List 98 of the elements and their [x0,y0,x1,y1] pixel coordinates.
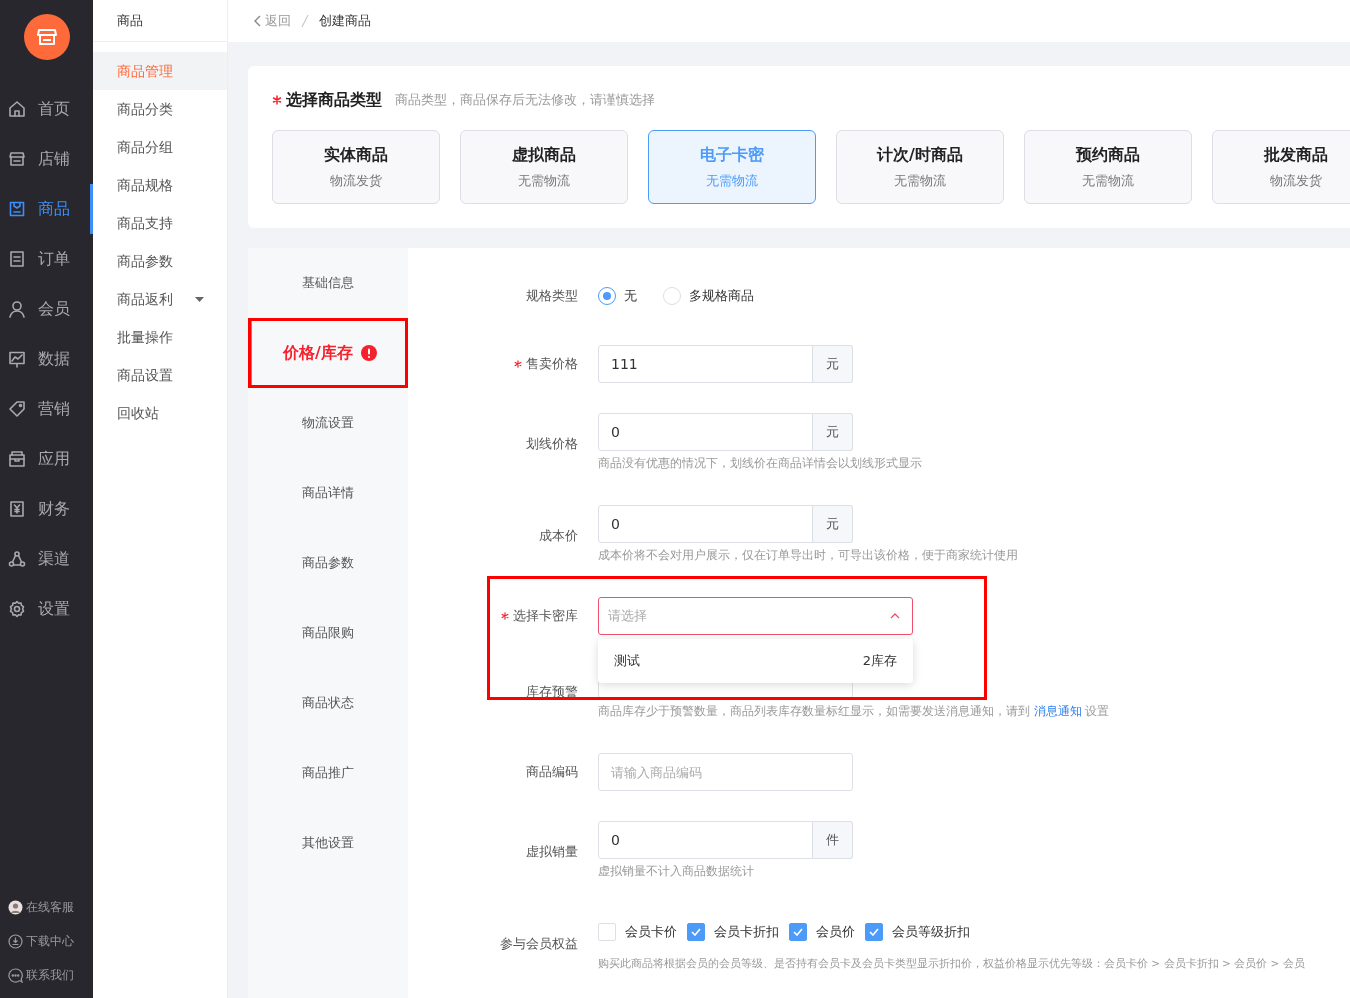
unit-suffix: 元 [813,505,853,543]
sidebar-item[interactable]: 数据 [0,334,93,384]
submenu-item[interactable]: 商品参数 [93,242,227,280]
input-field[interactable]: 0 [598,821,813,859]
product-type-option[interactable]: 虚拟商品 无需物流 [460,130,628,204]
form-tab[interactable]: 商品限购 [248,598,408,668]
settings-link[interactable]: 消息通知 [1033,704,1082,718]
input-field[interactable]: 请输入商品编码 [598,753,853,791]
dropdown-option[interactable]: 测试 2库存 [598,639,913,683]
settings-icon [8,600,26,618]
input-field[interactable]: 0 [598,505,813,543]
form-tab[interactable]: 商品详情 [248,458,408,528]
checkbox[interactable] [789,923,807,941]
sidebar-item[interactable]: 首页 [0,84,93,134]
field-label: 库存预警 [526,683,578,701]
submenu-item[interactable]: 回收站 [93,394,227,432]
download-icon [8,933,23,949]
chart-icon [8,350,26,368]
field-hint: 购买此商品将根据会员的会员等级、是否持有会员卡及会员卡类型显示折扣价，权益价格显示优先等级：会员卡价 > 会员卡折扣 > 会员价 > 会员 [598,956,1306,971]
product-type-option[interactable]: 批发商品 物流发货 [1212,130,1350,204]
radio-button[interactable] [598,287,616,305]
checkbox-label: 会员卡折扣 [714,923,779,942]
field-label: 成本价 [539,527,578,545]
form-tab[interactable]: 基础信息 [248,248,408,318]
sidebar-item[interactable]: 渠道 [0,534,93,584]
form-tab[interactable]: 物流设置 [248,388,408,458]
sidebar-item[interactable]: 设置 [0,584,93,634]
field-hint: 虚拟销量不计入商品数据统计 [598,863,755,880]
sidebar-footer-link[interactable]: 在线客服 [0,890,93,924]
product-type-option[interactable]: 预约商品 无需物流 [1024,130,1192,204]
sidebar-footer-link[interactable]: 联系我们 [0,958,93,992]
checkmark-icon [793,928,803,936]
field-label: 参与会员权益 [500,935,578,953]
sidebar-item[interactable]: 应用 [0,434,93,484]
checkbox[interactable] [687,923,705,941]
field-label: 划线价格 [526,435,578,453]
user-icon [8,300,26,318]
checkbox-label: 会员卡价 [625,923,677,942]
package-icon [8,450,26,468]
section-hint: 商品类型，商品保存后无法修改，请谨慎选择 [395,90,655,109]
triangle-nodes-icon [8,550,26,568]
store-icon [8,150,26,168]
unit-suffix: 元 [813,413,853,451]
submenu-item[interactable]: 批量操作 [93,318,227,356]
form-tab[interactable]: 其他设置 [248,808,408,878]
form-tab[interactable]: 商品状态 [248,668,408,738]
tag-icon [8,400,26,418]
submenu-item[interactable]: 商品分组 [93,128,227,166]
field-label: 虚拟销量 [526,843,578,861]
form-tab[interactable]: 价格/库存 [248,318,408,388]
field-label: 商品编码 [526,763,578,781]
submenu-item[interactable]: 商品设置 [93,356,227,394]
field-hint: 商品库存少于预警数量，商品列表库存数量标红显示，如需要发送消息通知，请到 消息通知 设置 [598,703,1111,720]
logo-badge[interactable] [23,14,70,60]
submenu-item[interactable]: 商品返利 [93,280,227,318]
sidebar-item[interactable]: 财务 [0,484,93,534]
document-icon [8,250,26,268]
sidebar-footer-link[interactable]: 下载中心 [0,924,93,958]
submenu-item[interactable]: 商品支持 [93,204,227,242]
field-hint: 商品没有优惠的情况下，划线价在商品详情会以划线形式显示 [598,455,923,472]
submenu-item[interactable]: 商品分类 [93,90,227,128]
submenu-item[interactable]: 商品规格 [93,166,227,204]
checkmark-icon [869,928,879,936]
breadcrumb-current: 创建商品 [319,12,371,31]
section-title: 选择商品类型 [286,89,382,111]
unit-suffix: 件 [813,821,853,859]
field-label: 售卖价格 [526,355,578,373]
checkbox[interactable] [865,923,883,941]
avatar-icon [8,899,23,915]
form-tab[interactable]: 商品推广 [248,738,408,808]
box-icon [8,200,26,218]
yen-icon [8,500,26,518]
input-field[interactable]: 111 [598,345,813,383]
input-field[interactable]: 0 [598,413,813,451]
breadcrumb-separator-icon [301,14,309,28]
submenu-title: 商品 [117,11,143,30]
sidebar-item[interactable]: 商品 [0,184,93,234]
checkbox-label: 会员等级折扣 [892,923,970,942]
product-type-option[interactable]: 计次/时商品 无需物流 [836,130,1004,204]
field-label: 规格类型 [526,287,578,305]
unit-suffix: 元 [813,345,853,383]
error-icon [360,345,377,361]
field-label: 选择卡密库 [513,607,578,625]
sidebar-item[interactable]: 会员 [0,284,93,334]
chevron-left-icon [254,15,261,27]
form-tab[interactable]: 商品参数 [248,528,408,598]
sidebar-item[interactable]: 店铺 [0,134,93,184]
house-icon [8,100,26,118]
sidebar-item[interactable]: 订单 [0,234,93,284]
chevron-icon [890,613,900,619]
radio-label: 无 [624,287,637,306]
field-hint: 成本价将不会对用户展示，仅在订单导出时，可导出该价格，便于商家统计使用 [598,547,1019,564]
product-type-option[interactable]: 实体商品 物流发货 [272,130,440,204]
checkmark-icon [691,928,701,936]
chat-icon [8,967,23,983]
radio-label: 多规格商品 [689,287,754,306]
sidebar-item[interactable]: 营销 [0,384,93,434]
checkbox-label: 会员价 [816,923,855,942]
